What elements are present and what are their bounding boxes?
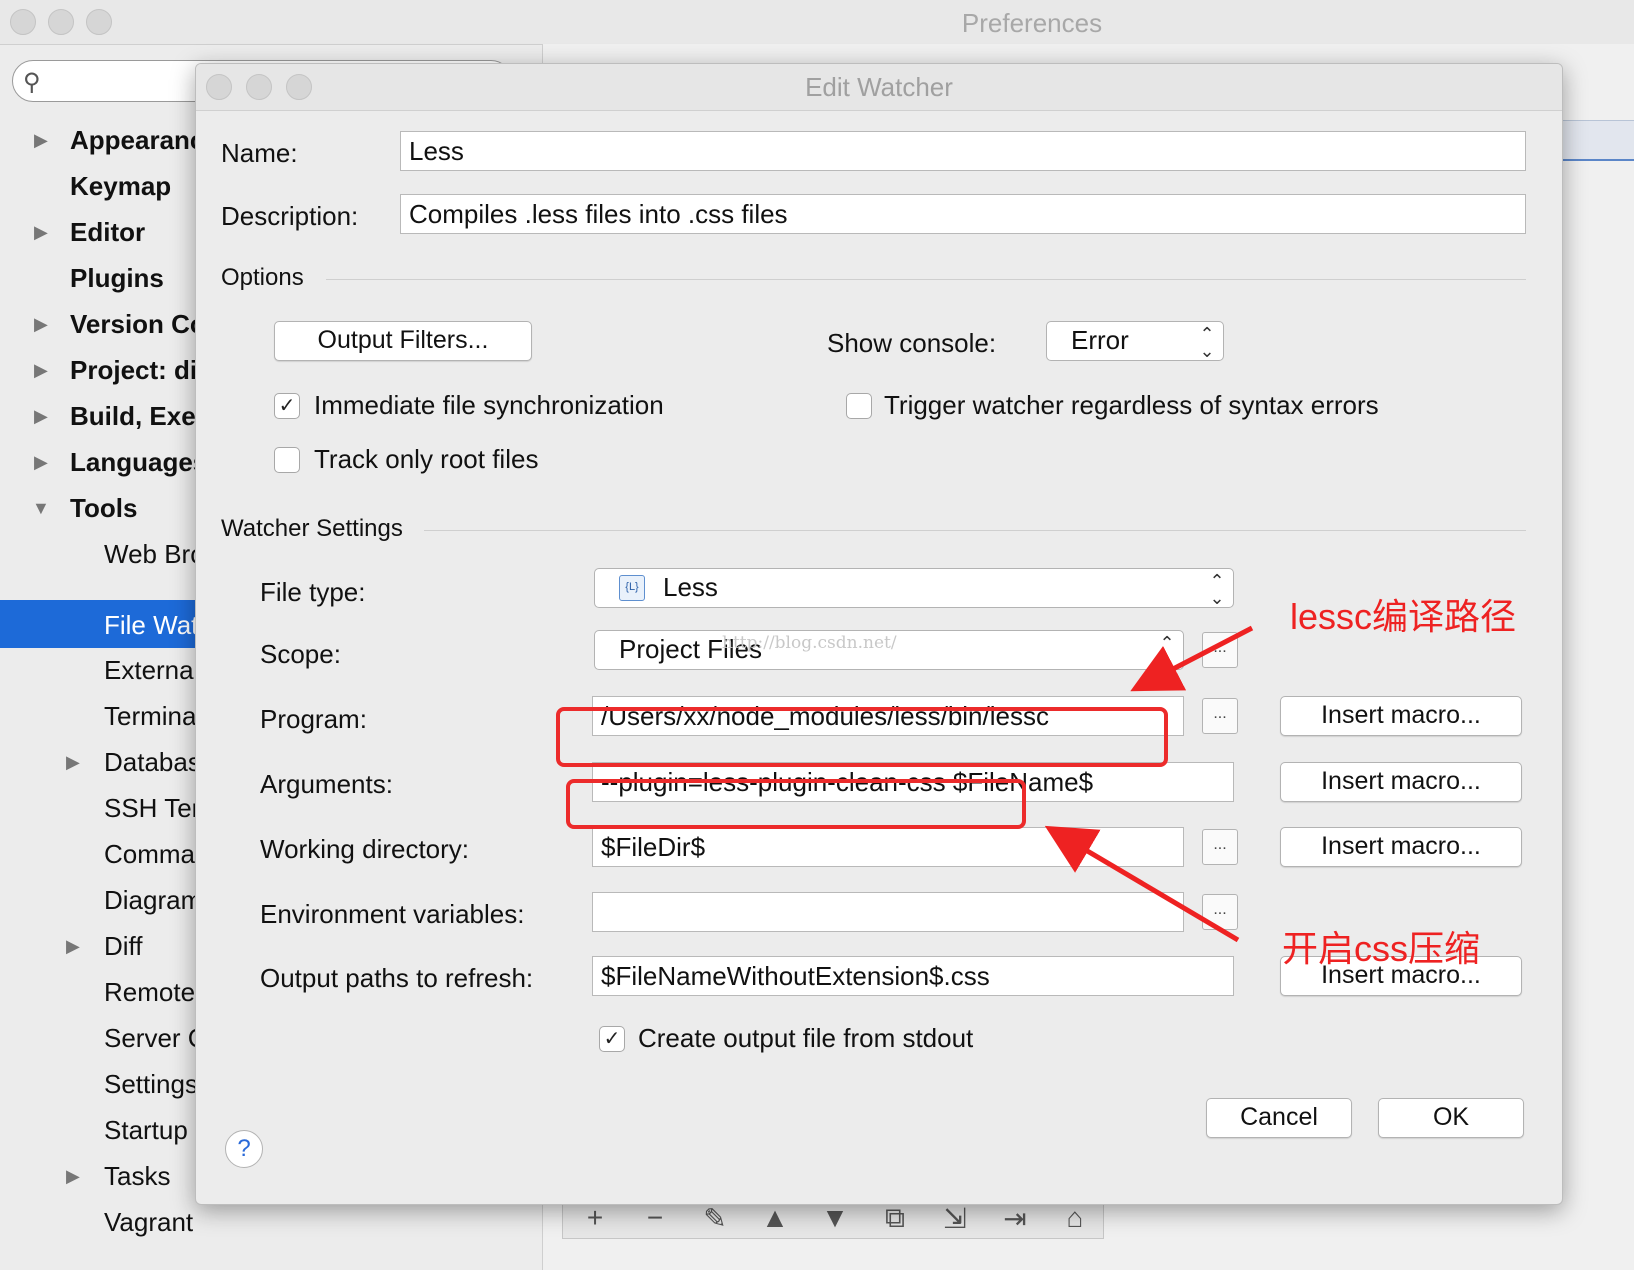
arrow-to-arguments [1044, 825, 1240, 943]
arrow-to-program [1130, 625, 1254, 692]
annotation-enable-css-compress: 开启css压缩 [1282, 928, 1481, 969]
annotation-lessc-path: lessc编译路径 [1290, 596, 1517, 637]
